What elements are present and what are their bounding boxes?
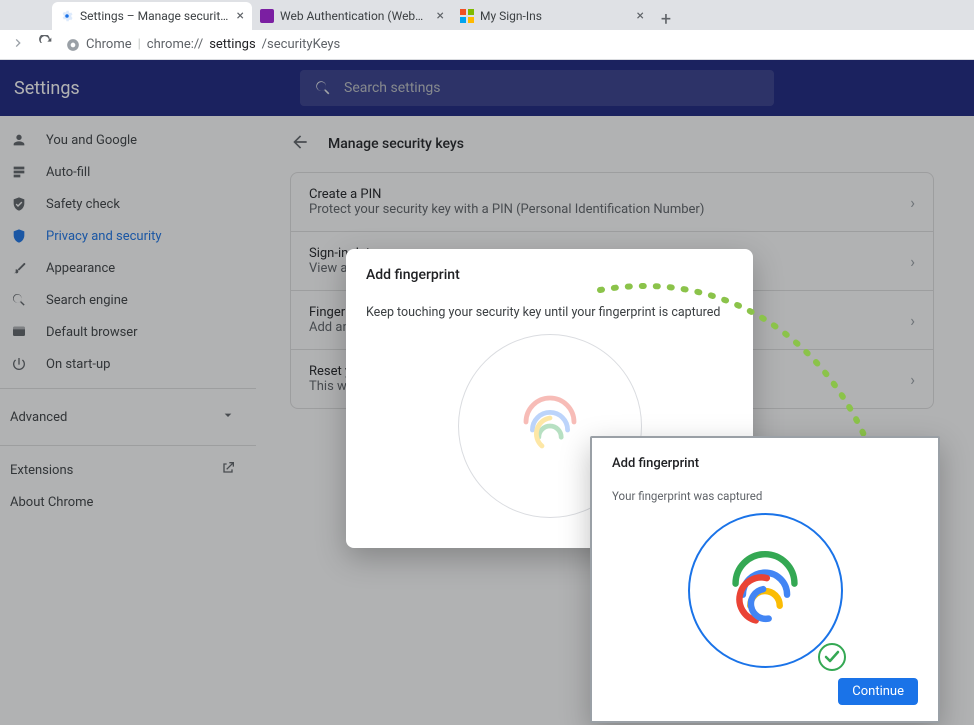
dialog-title: Add fingerprint <box>366 267 733 283</box>
fingerprint-icon <box>719 545 811 637</box>
browser-toolbar: Chrome | chrome:// settings/securityKeys <box>0 30 974 60</box>
url-path-rest: /securityKeys <box>262 37 341 52</box>
url-path-strong: settings <box>209 37 255 52</box>
url-host: chrome:// <box>147 37 203 52</box>
reload-button[interactable] <box>38 35 54 55</box>
dialog-body: Your fingerprint was captured <box>612 489 918 503</box>
address-bar[interactable]: Chrome | chrome:// settings/securityKeys <box>66 37 340 52</box>
browser-tab-mysignins[interactable]: My Sign-Ins × <box>452 2 652 30</box>
url-separator: | <box>138 37 141 52</box>
dialog-body: Keep touching your security key until yo… <box>366 305 733 320</box>
tab-title: Web Authentication (WebAuthn) <box>280 9 431 23</box>
square-icon <box>260 9 274 23</box>
checkmark-badge-icon <box>817 642 847 672</box>
new-tab-button[interactable]: + <box>652 9 680 30</box>
close-icon[interactable]: × <box>237 8 244 24</box>
fingerprint-captured <box>688 513 843 668</box>
tab-title: My Sign-Ins <box>480 9 631 23</box>
browser-tabbar: Settings – Manage security keys × Web Au… <box>0 0 974 30</box>
continue-button[interactable]: Continue <box>838 678 918 705</box>
browser-tab-settings[interactable]: Settings – Manage security keys × <box>52 2 252 30</box>
chrome-icon <box>66 38 80 52</box>
ms-logo-icon <box>460 9 474 23</box>
url-scheme: Chrome <box>86 37 132 52</box>
dialog-add-fingerprint-done: Add fingerprint Your fingerprint was cap… <box>590 436 940 723</box>
close-icon[interactable]: × <box>437 8 444 24</box>
dialog-title: Add fingerprint <box>612 456 918 471</box>
fingerprint-icon <box>510 386 590 466</box>
tab-title: Settings – Manage security keys <box>80 9 231 23</box>
browser-tab-webauthn[interactable]: Web Authentication (WebAuthn) × <box>252 2 452 30</box>
close-icon[interactable]: × <box>637 8 644 24</box>
forward-button[interactable] <box>10 35 26 55</box>
gear-icon <box>60 9 74 23</box>
